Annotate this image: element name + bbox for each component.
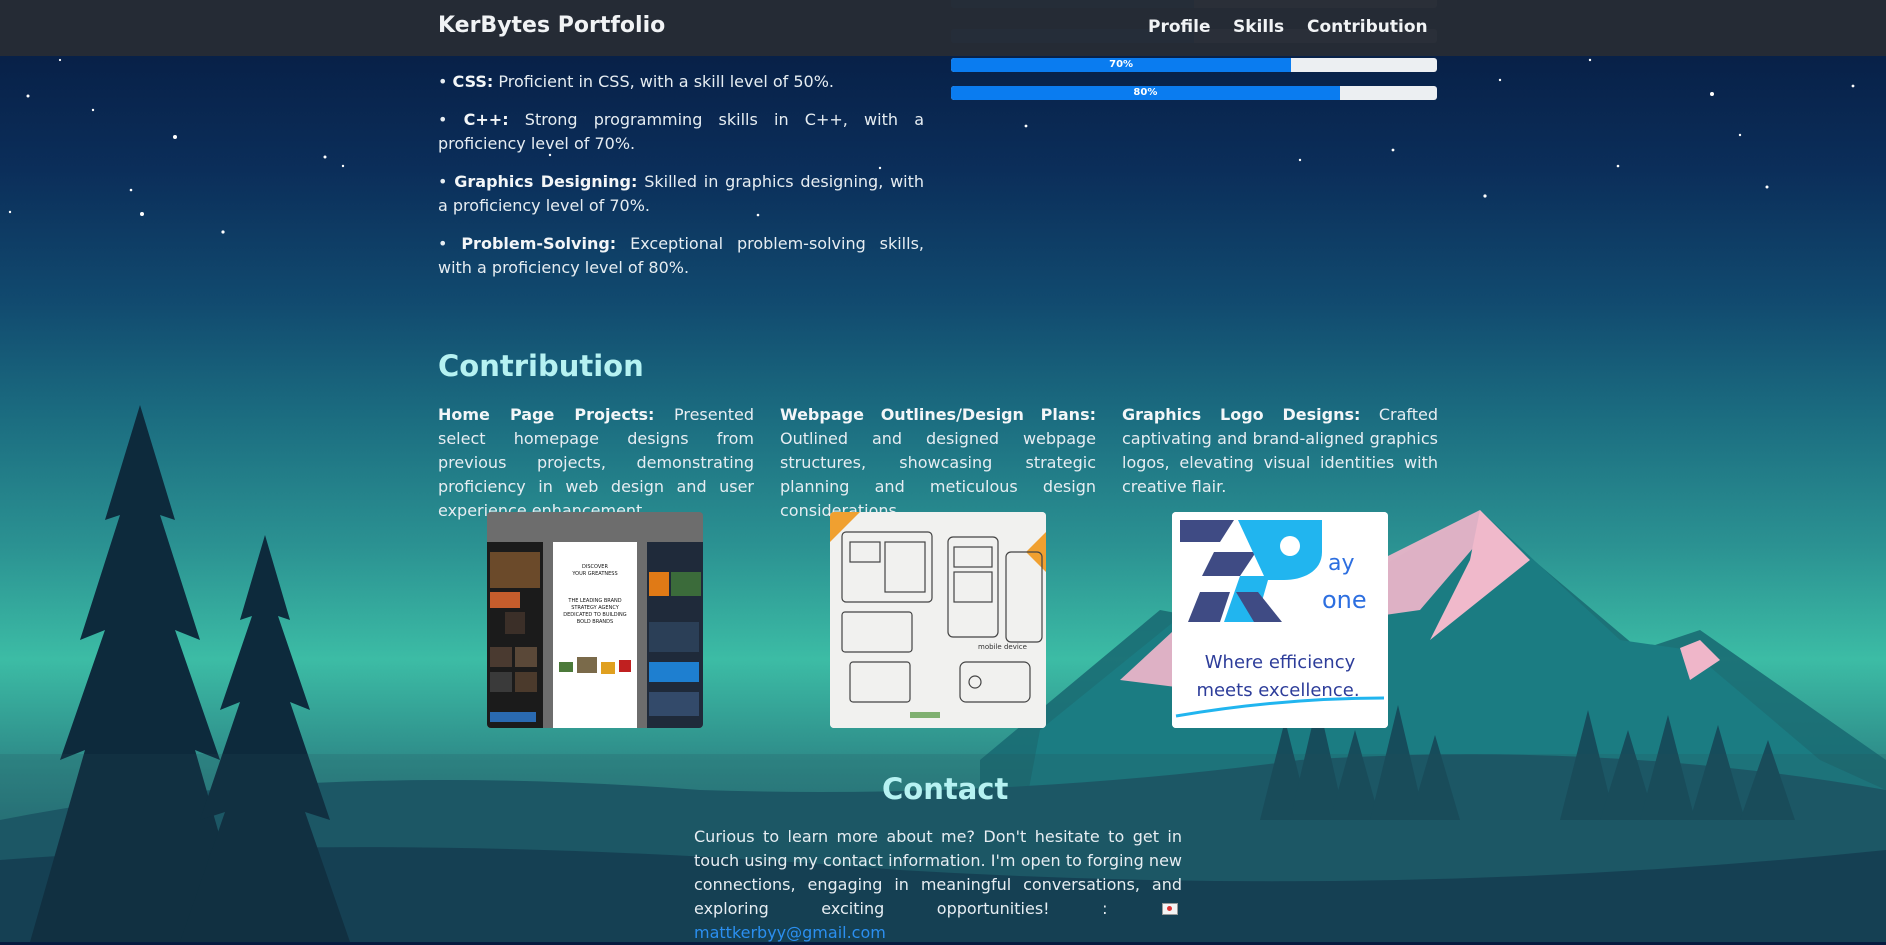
skill-bar-fill: 80% [951,86,1340,100]
nav-contribution[interactable]: Contribution [1307,17,1428,37]
site-brand[interactable]: KerBytes Portfolio [438,13,665,38]
nav-skills[interactable]: Skills [1233,17,1284,37]
skill-title: CSS: [452,72,494,91]
contribution-title: Webpage Outlines/Design Plans: [780,405,1096,424]
skill-title: Graphics Designing: [454,172,638,191]
mockup-tagline-2: STRATEGY AGENCY [571,605,620,611]
contribution-webpage-outlines: Webpage Outlines/Design Plans: Outlined … [780,403,1096,523]
skill-item: • CSS: Proficient in CSS, with a skill l… [438,72,834,91]
skill-title: Problem-Solving: [461,234,617,253]
contribution-heading: Contribution [438,349,644,383]
mockup-tagline-4: BOLD BRANDS [577,619,613,625]
nav-profile[interactable]: Profile [1148,17,1210,37]
sketch-note: mobile device [978,643,1027,651]
mockup-tagline-3: DEDICATED TO BUILDING [563,612,627,618]
homepage-project-image[interactable]: DISCOVER YOUR GREATNESS THE LEADING BRAN… [487,512,703,728]
mail-icon [1161,903,1178,915]
contact-text: Curious to learn more about me? Don't he… [694,825,1182,945]
payone-logo-image[interactable]: ay one Where efficiency meets excellence… [1172,512,1388,728]
skill-item: • C++: Strong programming skills in C++,… [438,110,925,153]
mockup-heading-2: YOUR GREATNESS [571,571,617,577]
wireframe-sketch-image[interactable]: mobile device [830,512,1046,728]
mockup-tagline-1: THE LEADING BRAND [567,598,621,604]
contribution-text: Outlined and designed webpage structures… [780,429,1096,520]
contact-description: Curious to learn more about me? Don't he… [694,827,1182,918]
contact-email-link[interactable]: mattkerbyy@gmail.com [694,923,886,942]
skill-bar-fill: 70% [951,58,1292,72]
logo-tagline-1: Where efficiency [1205,652,1356,673]
mockup-heading-1: DISCOVER [582,564,608,570]
skill-text: Strong programming skills in C++, with a… [438,110,925,153]
logo-one-text: one [1322,586,1367,614]
wireframe-sketch: mobile device [830,512,1046,728]
skill-title: C++: [463,110,509,129]
skill-bar: 80% [951,86,1437,100]
contribution-logo-designs: Graphics Logo Designs: Crafted captivati… [1122,403,1438,499]
skills-list: • CSS: Proficient in CSS, with a skill l… [438,70,924,294]
top-navigation-bar: KerBytes Portfolio Profile Skills Contri… [0,0,1886,56]
logo-ay-text: ay [1328,551,1355,576]
homepage-mockup: DISCOVER YOUR GREATNESS THE LEADING BRAN… [487,512,703,728]
skill-bar: 70% [951,58,1437,72]
skill-text: Proficient in CSS, with a skill level of… [498,72,834,91]
stars [8,58,1855,234]
contribution-title: Home Page Projects: [438,405,655,424]
contribution-home-page: Home Page Projects: Presented select hom… [438,403,754,523]
skill-item: • Problem-Solving: Exceptional problem-s… [438,234,924,277]
skill-item: • Graphics Designing: Skilled in graphic… [438,172,925,215]
contact-heading: Contact [882,772,1009,806]
contribution-title: Graphics Logo Designs: [1122,405,1361,424]
payone-logo: ay one Where efficiency meets excellence… [1172,512,1388,728]
